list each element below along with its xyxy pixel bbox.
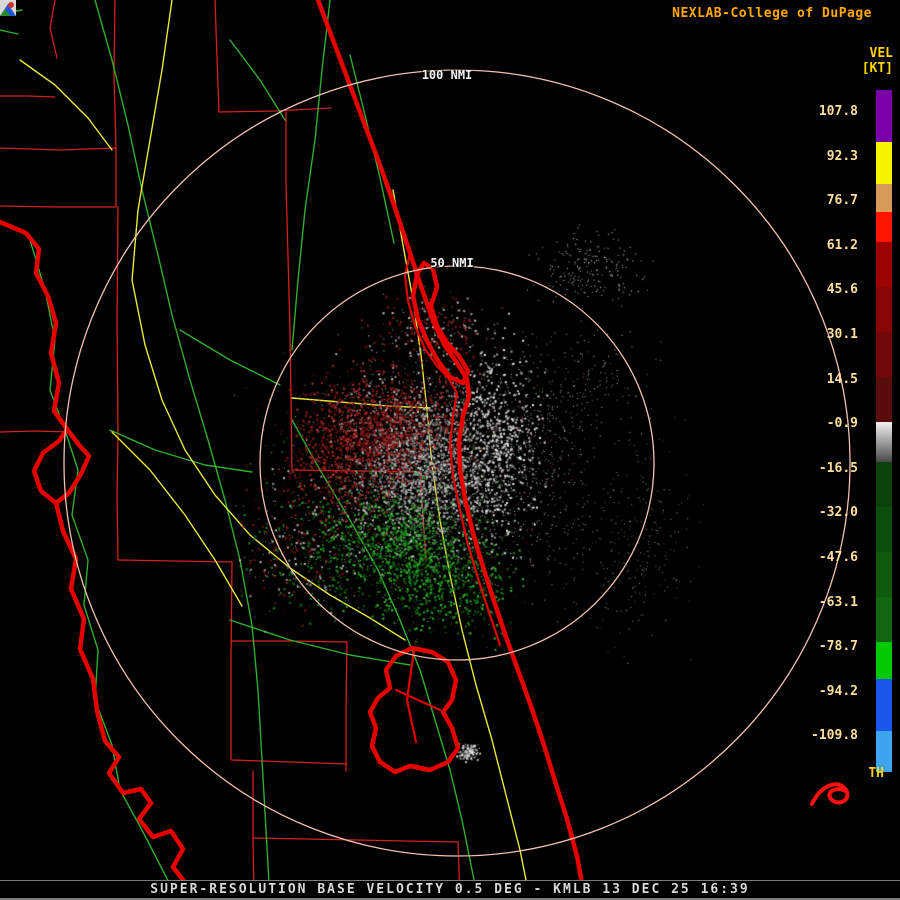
colorbar-segment	[876, 422, 892, 462]
colorbar-segment	[876, 462, 892, 507]
legend-tick-label: -32.0	[800, 506, 858, 520]
legend-tick-label: 30.1	[800, 328, 858, 342]
legend-tick-label: -0.9	[800, 417, 858, 431]
colorbar-segment	[876, 332, 892, 377]
legend-tick-label: -94.2	[800, 685, 858, 699]
map-overlay-layer	[0, 0, 900, 900]
map-path-legend-squiggle	[812, 784, 847, 804]
colorbar-segment	[876, 507, 892, 552]
colorbar-segment	[876, 377, 892, 422]
colorbar-segment	[876, 597, 892, 642]
velocity-colorbar	[876, 90, 892, 772]
colorbar-segment	[876, 90, 892, 142]
colorbar-segment	[876, 242, 892, 287]
legend-tick-label: 61.2	[800, 239, 858, 253]
map-path-red-highways	[56, 503, 201, 900]
colorbar-segment	[876, 679, 892, 731]
legend-tick-label: -47.6	[800, 551, 858, 565]
range-ring	[260, 266, 654, 660]
legend-tick-label: -16.5	[800, 462, 858, 476]
status-bar: SUPER-RESOLUTION BASE VELOCITY 0.5 DEG -…	[0, 880, 900, 900]
legend-tick-label: -109.8	[800, 729, 858, 743]
colorbar-segment	[876, 552, 892, 597]
legend-tick-label: 45.6	[800, 283, 858, 297]
product-status-text: SUPER-RESOLUTION BASE VELOCITY 0.5 DEG -…	[150, 882, 749, 897]
radar-display: 50 NMI 100 NMI NEXLAB-College of DuPage …	[0, 0, 900, 900]
legend-tick-label: 76.7	[800, 194, 858, 208]
map-path-red-lagoon	[396, 690, 440, 710]
legend-tick-labels: 107.8 92.3 76.7 61.2 45.6 30.1 14.5 -0.9 -16.5 -3…	[800, 105, 858, 765]
range-ring-label-50nmi: 50 NMI	[430, 256, 473, 270]
legend-tick-label: 107.8	[800, 105, 858, 119]
colorbar-segment	[876, 642, 892, 679]
legend-threshold-label: TH	[868, 766, 884, 781]
range-ring-label-100nmi: 100 NMI	[422, 68, 473, 82]
legend-tick-label: -78.7	[800, 640, 858, 654]
map-path-red-lagoon	[405, 253, 500, 645]
legend-tick-label: 92.3	[800, 150, 858, 164]
map-path-red-highways	[370, 648, 458, 772]
map-path-red-highways	[0, 222, 67, 429]
map-path-red-highways	[34, 429, 89, 503]
colorbar-segment	[876, 287, 892, 332]
nexlab-logo-icon	[0, 0, 16, 16]
legend-tick-label: -63.1	[800, 596, 858, 610]
legend-product-label: VEL	[870, 46, 893, 61]
colorbar-segment	[876, 184, 892, 212]
legend-units-label: [KT]	[862, 61, 893, 76]
colorbar-segment	[876, 212, 892, 242]
attribution-title: NEXLAB-College of DuPage	[672, 6, 872, 21]
colorbar-segment	[876, 142, 892, 184]
legend-tick-label: 14.5	[800, 373, 858, 387]
